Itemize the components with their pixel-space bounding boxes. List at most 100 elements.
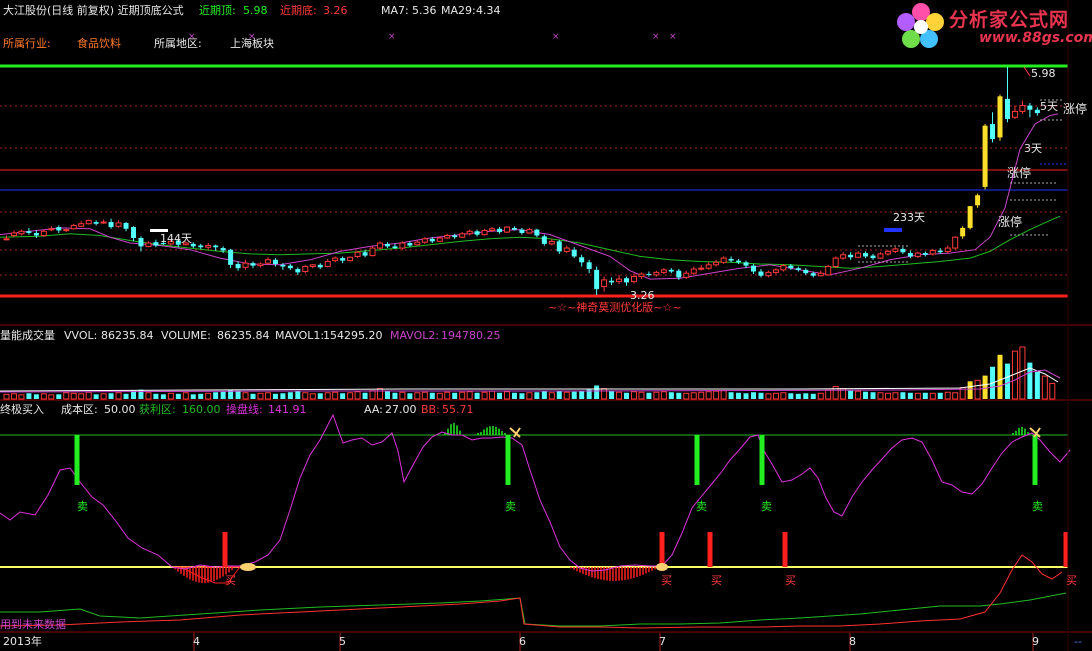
candle-body xyxy=(609,280,615,283)
candle-body xyxy=(676,270,682,278)
volume-bar xyxy=(594,385,600,399)
candle-body xyxy=(877,253,884,259)
volume-bar xyxy=(324,392,331,400)
axis-month-jul: 7 xyxy=(659,635,666,648)
sell-marker-x xyxy=(509,427,521,438)
candle-body xyxy=(743,262,749,266)
volume-bar xyxy=(317,393,323,399)
axis-year: 2013年 xyxy=(3,635,42,648)
volume-bar xyxy=(884,392,891,400)
volume-bar xyxy=(10,393,17,400)
industry-value: 食品饮料 xyxy=(77,37,121,50)
candle-body xyxy=(765,271,772,277)
candle-body xyxy=(115,222,122,227)
axis-more-link[interactable]: -- xyxy=(1074,635,1082,649)
candle-body xyxy=(855,252,862,258)
volume-bar xyxy=(190,394,196,399)
volume-bar xyxy=(646,392,652,399)
candle-body xyxy=(317,264,323,268)
volume-bar xyxy=(877,392,884,400)
trade-line-value: 141.91 xyxy=(268,403,307,416)
volume-bar xyxy=(309,393,316,400)
volume-bar xyxy=(974,379,981,400)
candle-body xyxy=(220,248,226,251)
volume-bar xyxy=(115,392,122,400)
ma7-line xyxy=(0,113,1059,280)
candle-body xyxy=(751,265,756,272)
volume-bar xyxy=(900,392,906,399)
chart-window: 大江股份(日线 前复权) 近期顶底公式 近期顶: 5.98 近期底: 3.26 … xyxy=(0,0,1092,651)
volume-bar xyxy=(765,393,772,400)
volume-bar xyxy=(870,392,876,399)
cycle-5-label: 5天 xyxy=(1040,100,1058,113)
candle-body xyxy=(340,258,346,261)
chart-canvas[interactable] xyxy=(0,0,1092,651)
volume-bar xyxy=(145,392,152,400)
candle-body xyxy=(324,260,331,267)
volume-bar xyxy=(48,394,55,400)
candle-body xyxy=(78,223,85,227)
volume-bar xyxy=(563,391,570,400)
volume-bar xyxy=(548,392,555,400)
candle-body xyxy=(929,250,936,255)
candle-body xyxy=(332,257,339,262)
sell-signal-bar xyxy=(694,435,700,485)
candle-body xyxy=(825,266,832,276)
signal-markers xyxy=(240,427,1041,571)
volume-bar xyxy=(123,393,129,399)
ma7-label: MA7: xyxy=(381,4,409,17)
sell-signal-bar xyxy=(1032,435,1038,485)
buy-marker-ellipse xyxy=(240,563,256,571)
axis-month-aug: 8 xyxy=(849,635,856,648)
volume-bar xyxy=(1041,375,1048,400)
volume-bar xyxy=(272,393,278,399)
vvol-label: VVOL: xyxy=(64,329,98,342)
candle-body xyxy=(630,276,637,283)
volume-bar xyxy=(526,392,533,400)
volume-bar xyxy=(690,392,697,400)
candle-body xyxy=(863,253,869,257)
candle-body xyxy=(153,242,159,246)
volume-bar xyxy=(676,392,682,399)
candle-body xyxy=(392,246,398,249)
candle-body xyxy=(26,231,32,233)
volume-bar xyxy=(982,375,988,399)
candle-body xyxy=(40,230,47,236)
volume-bar xyxy=(287,392,293,399)
sell-signal-label: 卖 xyxy=(696,500,707,513)
high-price-label: 5.98 xyxy=(1031,67,1056,80)
candle-body xyxy=(489,228,496,231)
candle-body xyxy=(914,252,921,257)
buy-signal-label: 买 xyxy=(1066,574,1077,587)
sell-signal-label: 卖 xyxy=(505,500,516,513)
volume-label: VOLUME: xyxy=(161,329,211,342)
mavol1-label: MAVOL1: xyxy=(275,329,325,342)
candle-body xyxy=(459,233,466,238)
volume-bar xyxy=(713,390,720,400)
volume-bar xyxy=(855,390,862,400)
volume-bar xyxy=(772,392,779,400)
candle-body xyxy=(795,268,801,270)
sell-signal-bar xyxy=(74,435,80,485)
future-data-note: 用到未来数据 xyxy=(0,618,66,631)
buy-signal-label: 买 xyxy=(711,574,722,587)
candle-body xyxy=(309,264,316,267)
candle-body xyxy=(601,279,608,288)
candle-body xyxy=(474,231,480,235)
candle-body xyxy=(586,262,592,270)
volume-bar xyxy=(720,390,727,400)
volume-bar xyxy=(63,392,70,400)
candle-body xyxy=(541,236,547,244)
formula-watermark: ~☆~神奇莫测优化版~☆~ xyxy=(548,301,682,314)
sell-signal-label: 卖 xyxy=(761,500,772,513)
site-logo[interactable]: 分析家公式网 www.88gs.com xyxy=(895,2,1092,52)
overbought-bars-2 xyxy=(477,426,506,435)
volume-bar xyxy=(541,390,547,399)
candle-body xyxy=(660,269,667,273)
volume-bar xyxy=(795,393,801,399)
volume-bar xyxy=(436,392,443,400)
volume-bar xyxy=(668,392,674,399)
volume-bar xyxy=(167,392,174,400)
volume-bar xyxy=(100,393,107,400)
volume-bar xyxy=(571,391,577,399)
